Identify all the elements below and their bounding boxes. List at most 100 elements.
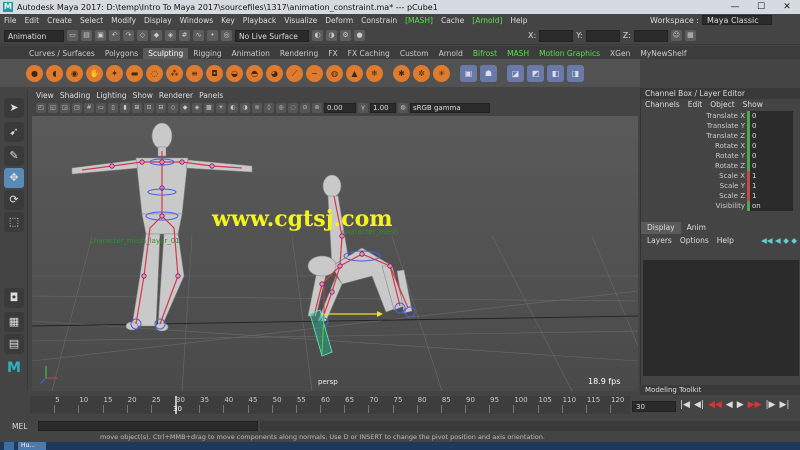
grid-toggle-icon[interactable]: # bbox=[84, 103, 94, 113]
smooth-shade-icon[interactable]: ◆ bbox=[180, 103, 190, 113]
shelf-tab-fx[interactable]: FX bbox=[323, 48, 342, 59]
grab-tool-icon[interactable]: ✋ bbox=[86, 64, 103, 82]
gamma-field[interactable]: 1.00 bbox=[370, 103, 396, 113]
smear-tool-icon[interactable]: ~ bbox=[306, 64, 323, 82]
ambient-occlusion-icon[interactable]: ◑ bbox=[240, 103, 250, 113]
object-menu[interactable]: Object bbox=[710, 99, 734, 111]
gate-mask-icon[interactable]: ▮ bbox=[120, 103, 130, 113]
wrap-deformer-icon[interactable]: ◩ bbox=[527, 64, 544, 82]
menu-help[interactable]: Help bbox=[506, 16, 531, 25]
options-menu[interactable]: Options bbox=[680, 234, 709, 248]
attr-row[interactable]: Scale Y1 bbox=[641, 181, 800, 191]
mel-input[interactable] bbox=[38, 421, 258, 431]
menu-create[interactable]: Create bbox=[43, 16, 76, 25]
shelf-tab-sculpting[interactable]: Sculpting bbox=[143, 48, 189, 59]
snap-grid-icon[interactable]: # bbox=[179, 30, 190, 41]
z-field[interactable] bbox=[633, 29, 668, 42]
layers-menu[interactable]: Layers bbox=[647, 234, 672, 248]
sculpt-tool-icon[interactable]: ● bbox=[26, 64, 43, 82]
bulge-tool-icon[interactable]: ◍ bbox=[326, 64, 343, 82]
menu-edit[interactable]: Edit bbox=[21, 16, 44, 25]
menu-windows[interactable]: Windows bbox=[176, 16, 217, 25]
shelf-tab-fx-caching[interactable]: FX Caching bbox=[343, 48, 395, 59]
knife-tool-icon[interactable]: ⟋ bbox=[286, 64, 303, 82]
tab-anim[interactable]: Anim bbox=[681, 222, 712, 234]
menuset-dropdown[interactable]: Animation bbox=[4, 29, 64, 42]
hypershade-icon[interactable]: ● bbox=[354, 30, 365, 41]
shelf-tab-mynewshelf[interactable]: MyNewShelf bbox=[635, 48, 691, 59]
blend-shape-icon[interactable]: ◪ bbox=[507, 64, 524, 82]
snap-point-icon[interactable]: • bbox=[207, 30, 218, 41]
step-forward-frame-button[interactable]: ▶▶ bbox=[748, 400, 762, 410]
attr-row[interactable]: Translate X0 bbox=[641, 111, 800, 121]
unfreeze-icon[interactable]: ✲ bbox=[413, 64, 430, 82]
snap-curve-icon[interactable]: ∿ bbox=[193, 30, 204, 41]
ipr-render-icon[interactable]: ◑ bbox=[326, 30, 337, 41]
smooth-tool-icon[interactable]: ◖ bbox=[46, 64, 63, 82]
menu-deform[interactable]: Deform bbox=[321, 16, 357, 25]
flatten-tool-icon[interactable]: ▬ bbox=[126, 64, 143, 82]
rotate-tool-icon[interactable]: ⟳ bbox=[4, 190, 24, 210]
layer-tool-icons[interactable]: ◀◀ ◀ ◆ ◆ bbox=[761, 234, 800, 248]
film-gate-icon[interactable]: ▭ bbox=[96, 103, 106, 113]
snap-surface-icon[interactable]: ◎ bbox=[221, 30, 232, 41]
viewport-menu-panels[interactable]: Panels bbox=[199, 91, 223, 100]
menu-playback[interactable]: Playback bbox=[239, 16, 280, 25]
foamy-tool-icon[interactable]: ◌ bbox=[146, 64, 163, 82]
attr-row[interactable]: Translate Y0 bbox=[641, 121, 800, 131]
select-camera-icon[interactable]: ◰ bbox=[36, 103, 46, 113]
render-icon[interactable]: ◐ bbox=[312, 30, 323, 41]
open-scene-icon[interactable]: ▤ bbox=[81, 30, 92, 41]
safe-action-icon[interactable]: ⊡ bbox=[144, 103, 154, 113]
play-backwards-button[interactable]: ◀ bbox=[726, 400, 733, 410]
current-frame-field[interactable]: 30 bbox=[632, 401, 676, 412]
xray-components-icon[interactable]: ⊚ bbox=[312, 103, 322, 113]
relax-tool-icon[interactable]: ◉ bbox=[66, 64, 83, 82]
image-plane-icon[interactable]: ◳ bbox=[72, 103, 82, 113]
select-tool-icon[interactable]: ➤ bbox=[4, 98, 24, 118]
show-menu[interactable]: Show bbox=[743, 99, 763, 111]
shelf-tab-polygons[interactable]: Polygons bbox=[100, 48, 143, 59]
modeling-toolkit-icon[interactable]: ▦ bbox=[684, 30, 696, 41]
invert-freeze-icon[interactable]: ✳ bbox=[433, 64, 450, 82]
live-surface-field[interactable]: No Live Surface bbox=[235, 29, 309, 42]
safe-title-icon[interactable]: ⊟ bbox=[156, 103, 166, 113]
edit-menu[interactable]: Edit bbox=[688, 99, 703, 111]
amplify-tool-icon[interactable]: ▲ bbox=[346, 64, 363, 82]
view-transform-dropdown[interactable]: sRGB gamma bbox=[410, 103, 490, 113]
menu-mash[interactable]: [MASH] bbox=[401, 16, 437, 25]
redo-icon[interactable]: ↷ bbox=[123, 30, 134, 41]
textured-icon[interactable]: ▩ bbox=[204, 103, 214, 113]
x-field[interactable] bbox=[539, 29, 574, 42]
select-component-icon[interactable]: ◈ bbox=[165, 30, 176, 41]
menu-file[interactable]: File bbox=[0, 16, 21, 25]
shelf-tab-bifrost[interactable]: Bifrost bbox=[468, 48, 502, 59]
go-to-start-button[interactable]: |◀ bbox=[680, 400, 690, 410]
menu-visualize[interactable]: Visualize bbox=[280, 16, 321, 25]
attr-row[interactable]: Scale Z1 bbox=[641, 191, 800, 201]
go-to-end-button[interactable]: ▶| bbox=[779, 400, 789, 410]
spray-tool-icon[interactable]: ⁂ bbox=[166, 64, 183, 82]
viewport-menu-lighting[interactable]: Lighting bbox=[96, 91, 126, 100]
fill-tool-icon[interactable]: ◕ bbox=[266, 64, 283, 82]
repeat-tool-icon[interactable]: ≡ bbox=[186, 64, 203, 82]
menu-arnold[interactable]: [Arnold] bbox=[468, 16, 506, 25]
mel-label[interactable]: MEL bbox=[0, 422, 34, 431]
wireframe-icon[interactable]: ◇ bbox=[168, 103, 178, 113]
mesh-display-icon[interactable]: ▣ bbox=[460, 64, 477, 82]
perspective-viewport[interactable]: character_mesh_layer_01 character_mesh w… bbox=[32, 116, 638, 391]
shelf-tab-rendering[interactable]: Rendering bbox=[275, 48, 323, 59]
attr-row[interactable]: Rotate Y0 bbox=[641, 151, 800, 161]
render-settings-icon[interactable]: ⚙ bbox=[340, 30, 351, 41]
step-back-key-button[interactable]: ◀| bbox=[694, 400, 704, 410]
menu-cache[interactable]: Cache bbox=[437, 16, 468, 25]
select-hierarchy-icon[interactable]: ◇ bbox=[137, 30, 148, 41]
menu-key[interactable]: Key bbox=[217, 16, 239, 25]
channels-menu[interactable]: Channels bbox=[645, 99, 680, 111]
step-back-frame-button[interactable]: ◀◀ bbox=[708, 400, 722, 410]
shelf-tab-arnold[interactable]: Arnold bbox=[434, 48, 468, 59]
pinch-tool-icon[interactable]: ✦ bbox=[106, 64, 123, 82]
shelf-tab-animation[interactable]: Animation bbox=[227, 48, 275, 59]
move-tool-icon[interactable]: ✥ bbox=[4, 168, 24, 188]
sign-in-icon[interactable]: ☺ bbox=[670, 30, 682, 41]
